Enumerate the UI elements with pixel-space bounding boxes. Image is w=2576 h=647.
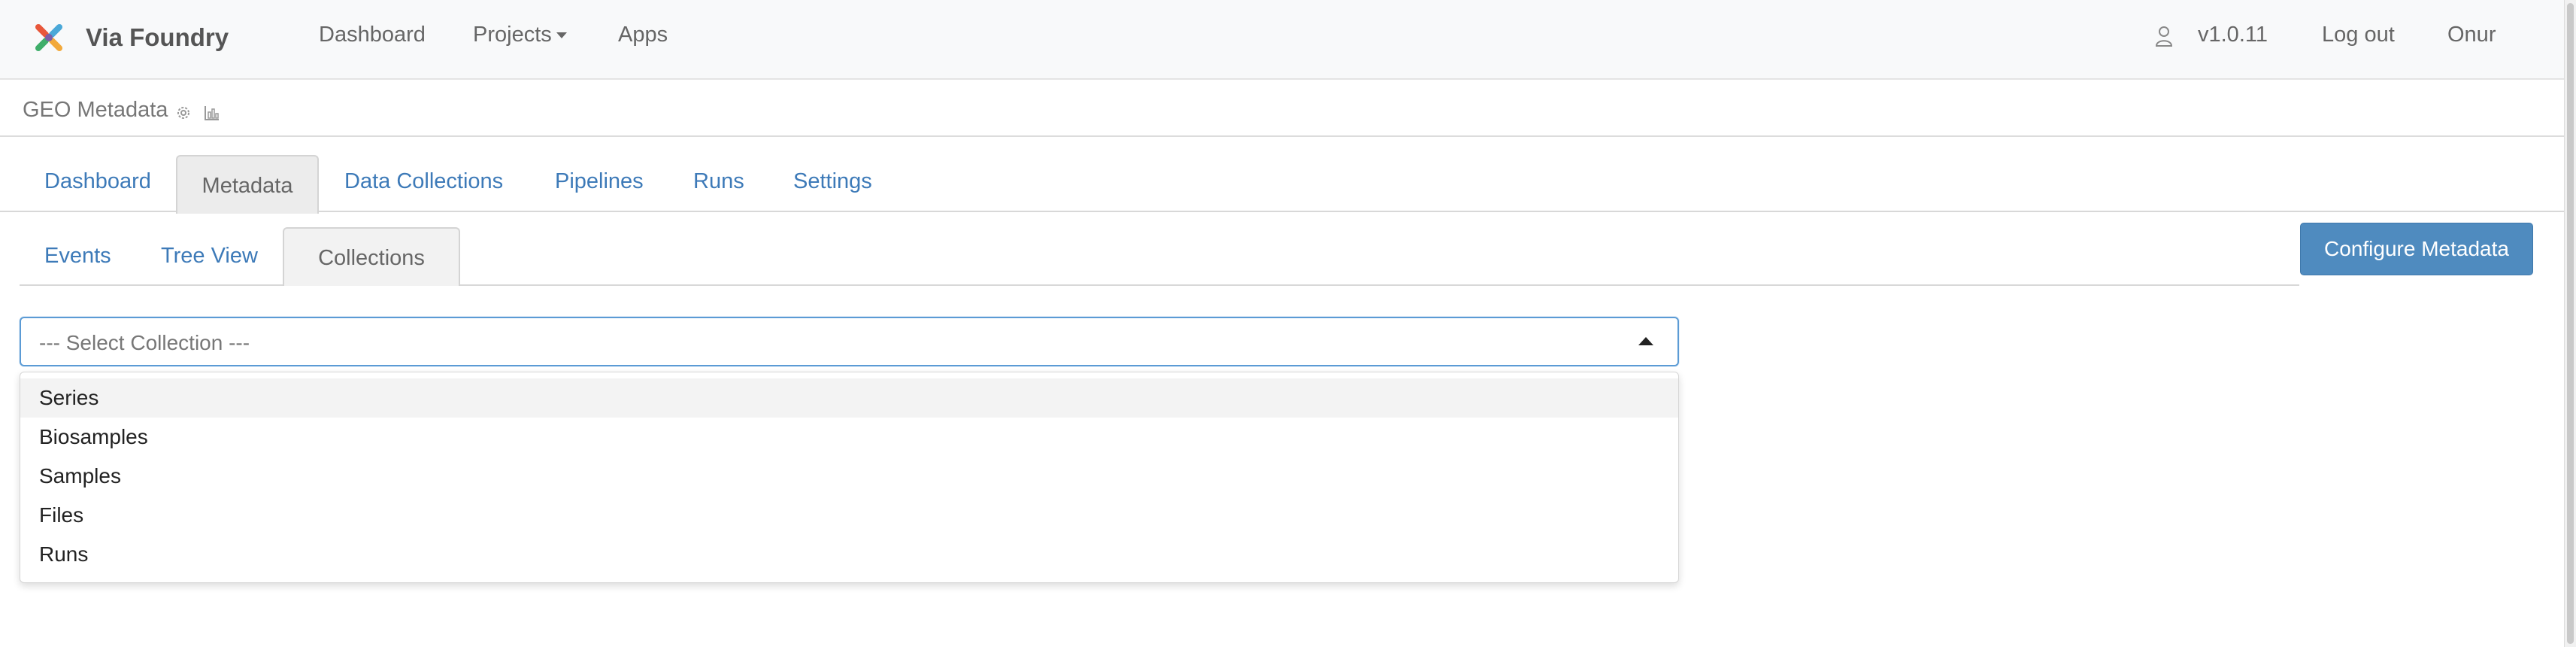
nav-dashboard[interactable]: Dashboard — [319, 23, 426, 47]
user-icon — [2155, 25, 2173, 47]
option-files[interactable]: Files — [20, 496, 1678, 535]
subtab-events[interactable]: Events — [44, 244, 111, 269]
subtab-collections[interactable]: Collections — [283, 227, 460, 286]
logout-link[interactable]: Log out — [2322, 23, 2395, 47]
option-samples[interactable]: Samples — [20, 457, 1678, 496]
tab-pipelines[interactable]: Pipelines — [555, 169, 644, 194]
caret-down-icon — [556, 32, 567, 39]
option-biosamples[interactable]: Biosamples — [20, 418, 1678, 457]
brand[interactable]: Via Foundry — [29, 17, 229, 59]
tab-settings[interactable]: Settings — [793, 169, 872, 194]
version-label: v1.0.11 — [2198, 23, 2268, 47]
collection-select[interactable]: --- Select Collection --- — [20, 317, 1679, 366]
tab-dashboard[interactable]: Dashboard — [44, 169, 151, 194]
main-tabs: Dashboard Metadata Data Collections Pipe… — [0, 137, 2564, 214]
sub-tabs: Events Tree View Collections — [20, 212, 2299, 286]
option-runs[interactable]: Runs — [20, 535, 1678, 574]
top-navbar: Via Foundry Dashboard Projects Apps v1.0… — [0, 0, 2564, 80]
configure-metadata-button[interactable]: Configure Metadata — [2300, 223, 2533, 275]
user-menu[interactable]: Onur — [2447, 23, 2496, 47]
tab-metadata[interactable]: Metadata — [176, 155, 319, 214]
scrollbar-thumb[interactable] — [2567, 3, 2574, 644]
select-placeholder: --- Select Collection --- — [39, 331, 250, 354]
nav-apps[interactable]: Apps — [618, 23, 668, 47]
via-foundry-logo-icon — [29, 17, 69, 58]
project-header: GEO Metadata — [0, 81, 2564, 137]
tab-data-collections[interactable]: Data Collections — [344, 169, 503, 194]
bar-chart-icon[interactable] — [203, 104, 221, 122]
tab-runs[interactable]: Runs — [693, 169, 744, 194]
vertical-scrollbar[interactable] — [2564, 0, 2576, 647]
gear-icon[interactable] — [174, 104, 192, 122]
nav-projects-dropdown[interactable]: Projects — [473, 23, 567, 47]
subtab-tree-view[interactable]: Tree View — [161, 244, 258, 269]
project-title: GEO Metadata — [23, 98, 168, 122]
caret-up-icon[interactable] — [1638, 337, 1653, 345]
option-series[interactable]: Series — [20, 378, 1678, 418]
collection-dropdown-menu: Series Biosamples Samples Files Runs — [20, 372, 1679, 583]
nav-projects-label: Projects — [473, 23, 552, 47]
app-name: Via Foundry — [86, 23, 229, 51]
